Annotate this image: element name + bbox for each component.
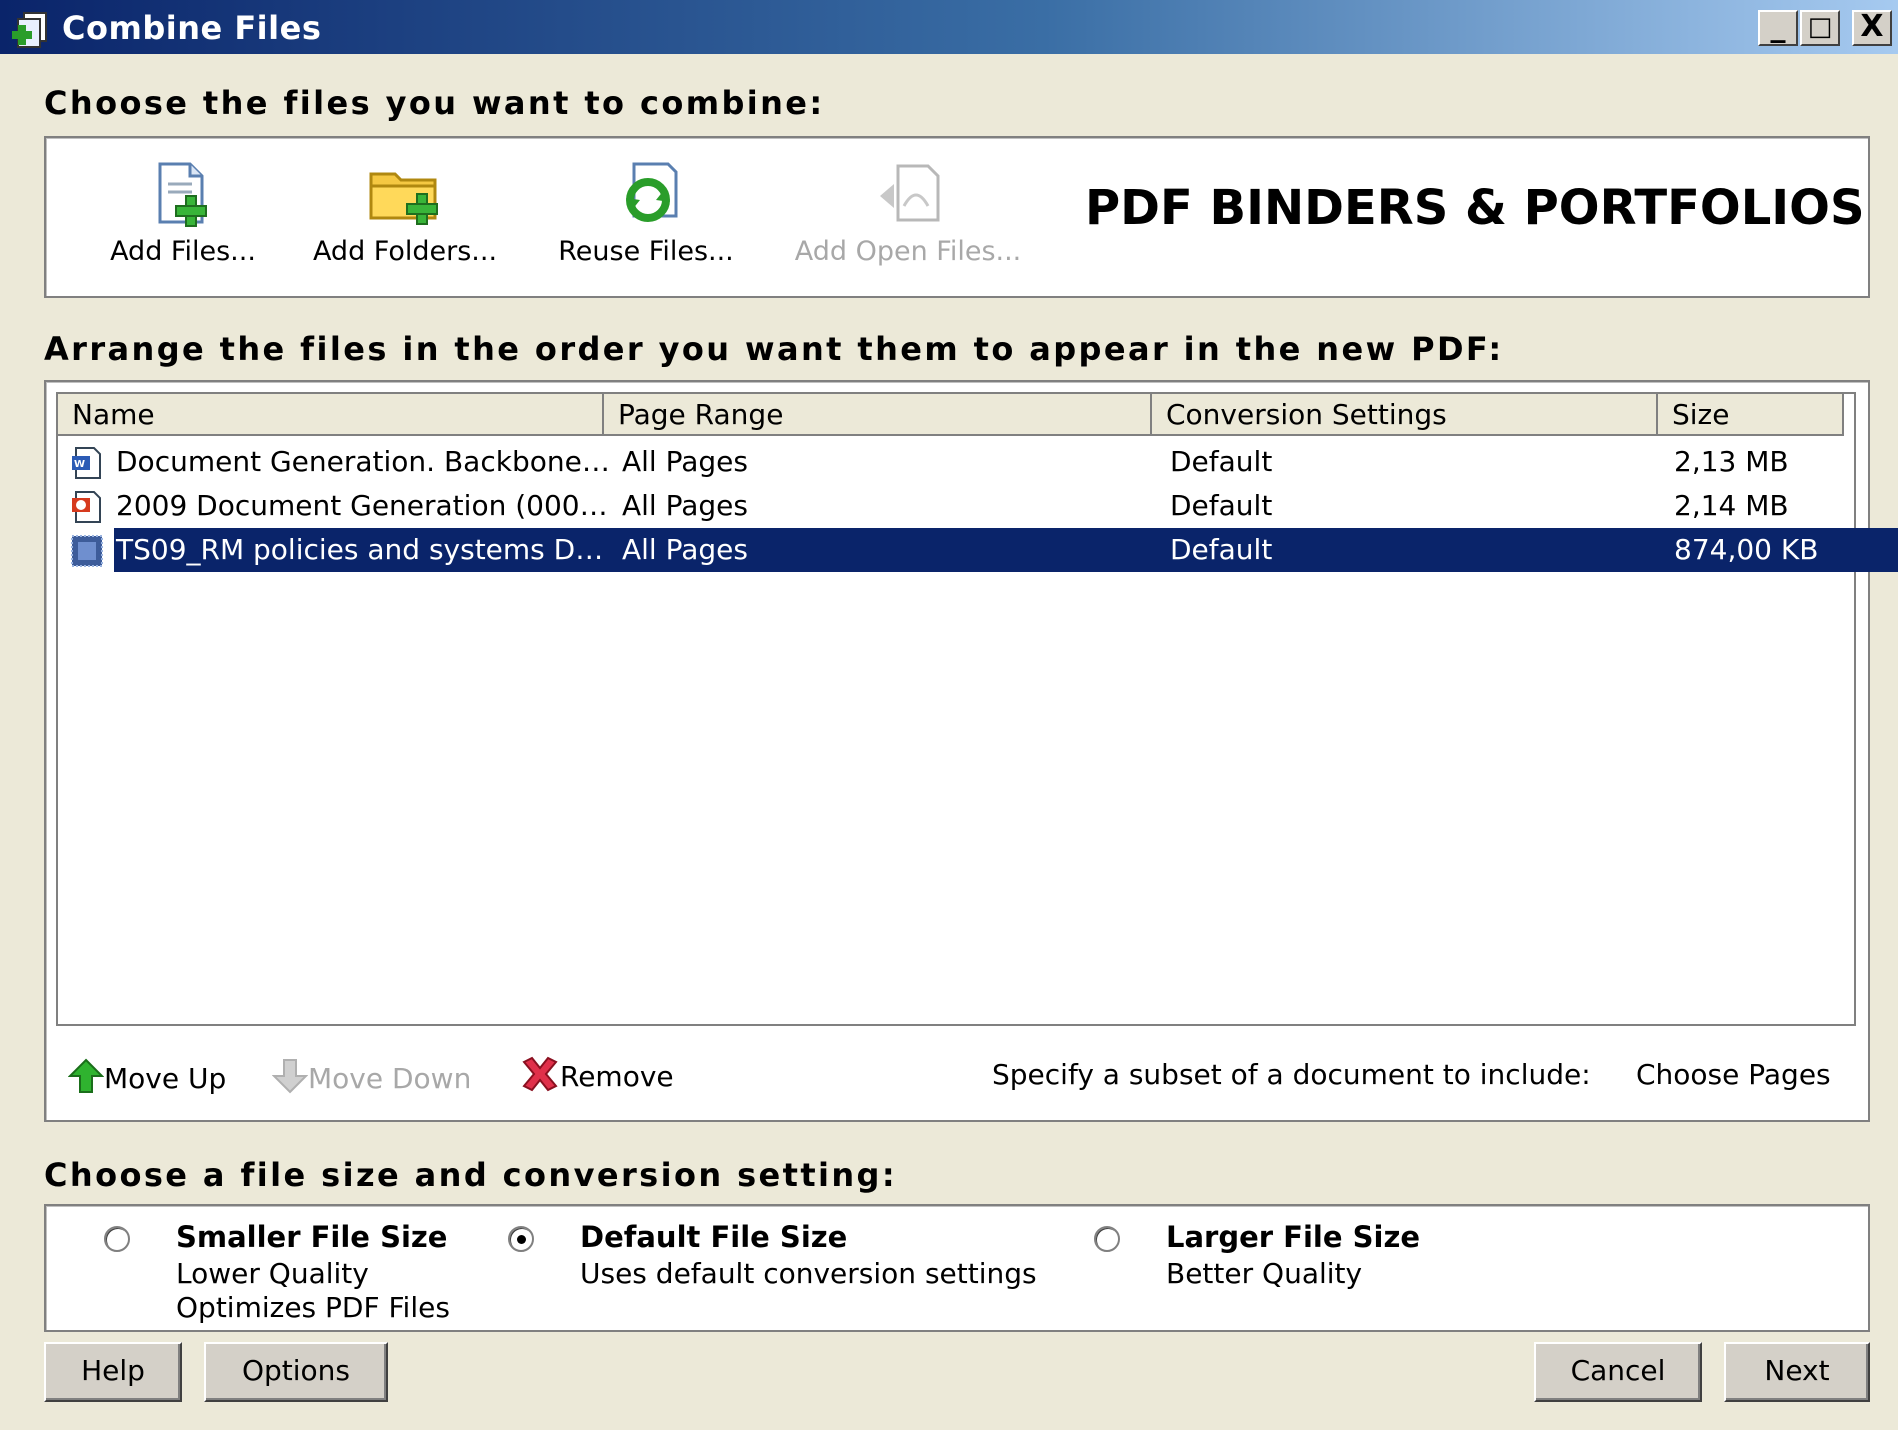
- choose-files-heading: Choose the files you want to combine:: [44, 84, 825, 122]
- arrange-files-heading: Arrange the files in the order you want …: [44, 330, 1504, 368]
- file-size: 2,14 MB: [1674, 489, 1789, 522]
- smaller-file-size-title: Smaller File Size: [176, 1220, 448, 1254]
- file-page-range: All Pages: [622, 445, 748, 478]
- smaller-file-size-radio[interactable]: [104, 1226, 130, 1252]
- default-file-size-title: Default File Size: [580, 1220, 848, 1254]
- arrow-down-icon: [271, 1059, 309, 1094]
- pdf-binders-portfolios-caption: PDF BINDERS & PORTFOLIOS: [1085, 180, 1865, 236]
- add-files-label: Add Files...: [110, 236, 256, 267]
- add-files-button[interactable]: Add Files...: [98, 160, 268, 267]
- file-size-setting-heading: Choose a file size and conversion settin…: [44, 1156, 898, 1194]
- svg-text:W: W: [74, 459, 85, 470]
- help-button[interactable]: Help: [44, 1342, 182, 1402]
- subset-label: Specify a subset of a document to includ…: [992, 1058, 1591, 1091]
- options-button[interactable]: Options: [204, 1342, 388, 1402]
- radio-checked-dot: [517, 1235, 526, 1244]
- add-folders-button[interactable]: Add Folders...: [300, 160, 510, 267]
- file-conversion-setting: Default: [1170, 445, 1273, 478]
- close-button[interactable]: X: [1852, 10, 1892, 46]
- column-header-name[interactable]: Name: [58, 394, 604, 436]
- next-button[interactable]: Next: [1724, 1342, 1870, 1402]
- column-header-conversion-settings[interactable]: Conversion Settings: [1152, 394, 1658, 436]
- file-conversion-setting: Default: [1170, 533, 1273, 566]
- smaller-file-size-desc-2: Optimizes PDF Files: [176, 1291, 450, 1324]
- minimize-button[interactable]: _: [1758, 10, 1798, 46]
- move-down-label: Move Down: [308, 1062, 472, 1095]
- add-open-files-button[interactable]: Add Open Files...: [788, 160, 1028, 267]
- file-page-range: All Pages: [622, 489, 748, 522]
- file-size: 874,00 KB: [1674, 533, 1819, 566]
- powerpoint-doc-icon: [72, 491, 101, 523]
- default-file-size-desc: Uses default conversion settings: [580, 1257, 1037, 1290]
- file-name: TS09_RM policies and systems D…: [116, 533, 604, 566]
- file-name: 2009 Document Generation (000…: [116, 489, 608, 522]
- cancel-button[interactable]: Cancel: [1534, 1342, 1702, 1402]
- reuse-files-button[interactable]: Reuse Files...: [548, 160, 744, 267]
- add-open-files-label: Add Open Files...: [794, 236, 1022, 267]
- generic-doc-icon: [71, 535, 103, 567]
- file-conversion-setting: Default: [1170, 489, 1273, 522]
- add-folder-icon: [369, 172, 438, 225]
- red-x-remove-icon: [522, 1056, 558, 1092]
- open-files-icon: [880, 164, 940, 222]
- move-down-button[interactable]: Move Down: [271, 1058, 472, 1095]
- reuse-files-icon: [626, 162, 678, 222]
- file-row[interactable]: 2009 Document Generation (000… All Pages…: [58, 484, 1844, 528]
- larger-file-size-desc: Better Quality: [1166, 1257, 1363, 1290]
- add-file-icon: [158, 162, 207, 227]
- remove-label: Remove: [560, 1060, 674, 1093]
- file-page-range: All Pages: [622, 533, 748, 566]
- column-header-page-range[interactable]: Page Range: [604, 394, 1152, 436]
- file-name: Document Generation. Backbone…: [116, 445, 610, 478]
- add-folders-label: Add Folders...: [312, 236, 498, 267]
- word-doc-icon: W: [72, 447, 101, 479]
- move-up-label: Move Up: [104, 1062, 227, 1095]
- file-row[interactable]: W Document Generation. Backbone… All Pag…: [58, 440, 1844, 484]
- larger-file-size-radio[interactable]: [1094, 1226, 1120, 1252]
- smaller-file-size-desc-1: Lower Quality: [176, 1257, 369, 1290]
- arrow-up-icon: [67, 1058, 105, 1093]
- file-row-selected[interactable]: TS09_RM policies and systems D… All Page…: [58, 528, 1898, 572]
- maximize-button[interactable]: □: [1800, 10, 1840, 46]
- file-size: 2,13 MB: [1674, 445, 1789, 478]
- column-header-size[interactable]: Size: [1658, 394, 1844, 436]
- reuse-files-label: Reuse Files...: [558, 236, 734, 267]
- move-up-button[interactable]: Move Up: [67, 1058, 227, 1095]
- remove-button[interactable]: Remove: [520, 1056, 674, 1093]
- combine-files-app-icon: [12, 12, 47, 48]
- choose-pages-button[interactable]: Choose Pages: [1636, 1058, 1831, 1091]
- larger-file-size-title: Larger File Size: [1166, 1220, 1421, 1254]
- window-title: Combine Files: [62, 9, 322, 47]
- default-file-size-radio[interactable]: [508, 1226, 534, 1252]
